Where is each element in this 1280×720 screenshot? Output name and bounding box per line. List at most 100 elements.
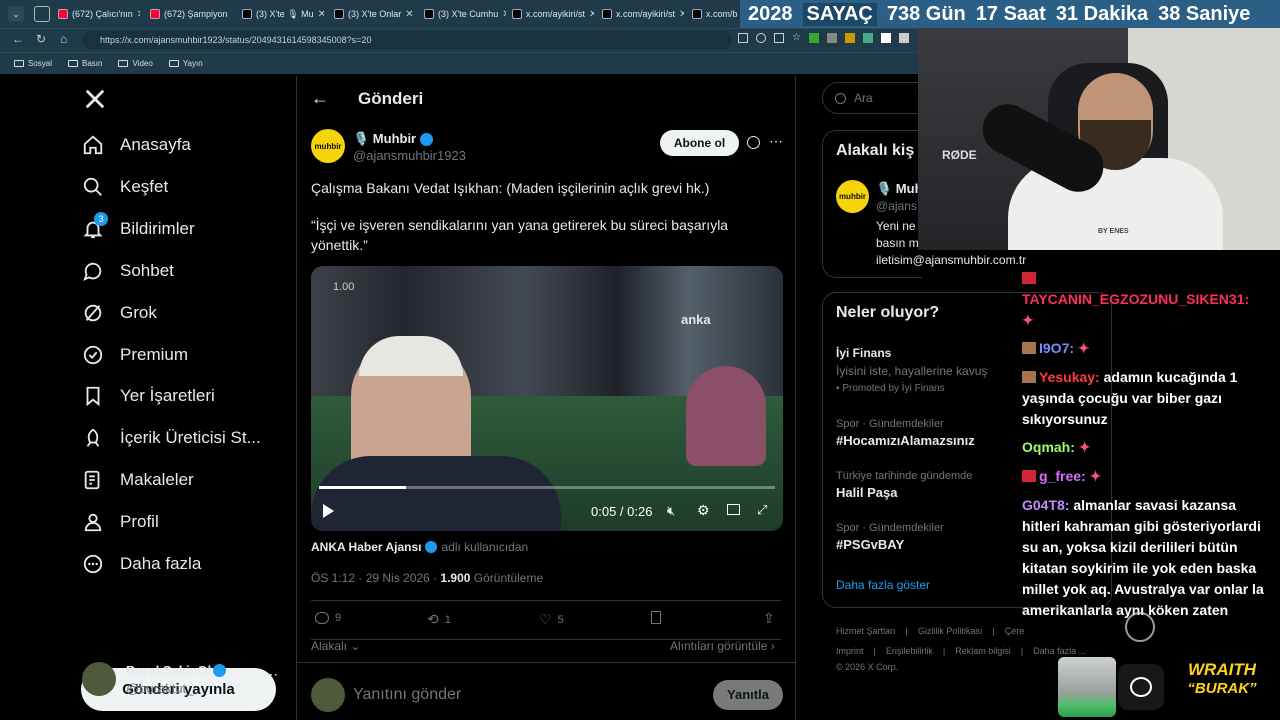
browser-tab[interactable]: (672) Şampiyon✕ <box>146 4 232 24</box>
translate-icon[interactable] <box>774 33 784 43</box>
footer-link[interactable]: Daha fazla ... <box>1033 646 1086 656</box>
author-name[interactable]: 🎙️ Muhbir <box>353 131 434 147</box>
folder-icon <box>118 60 129 67</box>
zoom-icon[interactable] <box>756 33 766 43</box>
star-icon[interactable]: ☆ <box>792 33 801 43</box>
nav-item-label: Keşfet <box>120 176 169 196</box>
video-attribution[interactable]: ANKA Haber Ajansı adlı kullanıcıdan <box>311 540 528 554</box>
bookmark-folder[interactable]: Sosyal <box>14 59 52 68</box>
bookmark-folder[interactable]: Yayın <box>168 59 203 68</box>
bookmark-folder[interactable]: Basın <box>68 59 102 68</box>
fullscreen-icon[interactable]: ⤢ <box>757 502 767 518</box>
repost-icon: ⟲ <box>427 611 439 627</box>
nav-item-bildirimler[interactable]: 3 Bildirimler <box>82 211 195 240</box>
browser-tab[interactable]: x.com/ayikiri/st ✕ <box>508 4 594 24</box>
browser-tab[interactable]: (3) X'te Cumhu✕ <box>420 4 506 24</box>
grok-explain-icon[interactable] <box>747 136 760 149</box>
like-action[interactable]: ♡ 5 <box>539 611 564 628</box>
reply-input[interactable] <box>353 683 653 707</box>
reload-icon[interactable]: ↻ <box>36 32 46 46</box>
bookmark-action[interactable] <box>651 611 661 624</box>
extension-icon[interactable] <box>880 33 891 43</box>
settings-icon[interactable]: ⚙ <box>697 502 710 519</box>
play-icon[interactable] <box>323 504 334 518</box>
reply-action[interactable]: 9 <box>315 612 341 624</box>
tab-close-icon[interactable]: ✕ <box>405 9 413 20</box>
promo-description: İyisini iste, hayallerine kavuş <box>836 364 988 378</box>
related-avatar[interactable]: muhbir <box>836 180 869 213</box>
tab-close-icon[interactable]: ✕ <box>318 9 324 20</box>
search-box[interactable]: Ara <box>822 82 922 114</box>
browser-tab[interactable]: x.com/ayikiri/st ✕ <box>598 4 684 24</box>
extension-icon[interactable] <box>826 33 837 43</box>
view-quotes-link[interactable]: Alıntıları görüntüle › <box>670 639 775 653</box>
extension-icon[interactable] <box>808 33 819 43</box>
footer-link[interactable]: Reklam bilgisi <box>955 646 1011 656</box>
subscribe-button[interactable]: Abone ol <box>660 130 739 156</box>
tab-close-icon[interactable]: ✕ <box>679 9 684 20</box>
footer-link[interactable]: Çere <box>1005 626 1025 636</box>
browser-tab[interactable]: (3) X'te Onlar ✕ <box>330 4 416 24</box>
tab-close-icon[interactable]: ✕ <box>502 9 506 20</box>
tab-favicon-icon <box>424 9 434 19</box>
footer-link[interactable]: Erişilebilirlik <box>886 646 933 656</box>
relevance-dropdown[interactable]: Alakalı ⌄ <box>311 639 360 653</box>
browser-tab[interactable]: (3) X'te 🎙 Mu ✕ <box>238 4 324 24</box>
x-logo-icon[interactable] <box>84 88 106 110</box>
nav-item-label: Yer İşaretleri <box>120 386 215 406</box>
nav-item-profil[interactable]: Profil <box>82 511 159 533</box>
footer-separator: | <box>1020 646 1024 656</box>
browser-tab[interactable]: (672) Çalıcı'nın ✕ <box>54 4 140 24</box>
back-arrow-icon[interactable]: ← <box>311 88 329 109</box>
url-bar[interactable]: https://x.com/ajansmuhbir1923/status/204… <box>82 31 732 49</box>
trend-item[interactable]: Spor · Gündemdekiler #HocamızıAlamazsınız <box>836 418 975 448</box>
chat-badge-icon <box>1022 272 1036 284</box>
extension-icon[interactable] <box>844 33 855 43</box>
author-avatar[interactable]: muhbir <box>311 129 345 163</box>
home-browser-icon[interactable]: ⌂ <box>60 32 67 46</box>
mute-icon[interactable]: 🔇︎ <box>667 503 675 519</box>
nav-item-grok[interactable]: Grok <box>82 302 157 324</box>
post-timestamp[interactable]: ÖS 1:12 · 29 Nis 2026 · <box>311 571 440 585</box>
account-switcher[interactable]: BurakSakinOl @buraktut_ ⋯ <box>82 660 282 700</box>
bookmark-folder[interactable]: Video <box>118 59 153 68</box>
video-progress-track[interactable] <box>319 486 775 489</box>
nav-item-i-çerik-üreticisi-st-[interactable]: İçerik Üreticisi St... <box>82 427 261 449</box>
reply-button[interactable]: Yanıtla <box>713 680 783 710</box>
trend-item[interactable]: Spor · Gündemdekiler #PSGvBAY <box>836 522 944 552</box>
trend-item[interactable]: Türkiye tarihinde gündemde Halil Paşa <box>836 470 972 500</box>
related-name[interactable]: 🎙️ Muh <box>876 181 923 197</box>
nav-item-keşfet[interactable]: Keşfet <box>82 176 168 198</box>
nav-item-premium[interactable]: Premium <box>82 344 188 366</box>
footer-link[interactable]: Imprint <box>836 646 864 656</box>
tab-close-icon[interactable]: ✕ <box>137 9 140 20</box>
emote-icon: ✦ <box>1074 439 1091 455</box>
post-more-icon[interactable]: ⋯ <box>769 133 783 150</box>
account-more-icon[interactable]: ⋯ <box>264 666 278 683</box>
pip-icon[interactable] <box>727 504 740 515</box>
promo-title[interactable]: İyi Finans <box>836 346 891 360</box>
repost-action[interactable]: ⟲ 1 <box>427 611 451 628</box>
nav-item-label: Daha fazla <box>120 554 202 573</box>
workspaces-icon[interactable] <box>34 6 50 22</box>
footer-link[interactable]: Gizlilik Politikası <box>918 626 983 636</box>
nav-item-daha-fazla[interactable]: Daha fazla <box>82 553 201 575</box>
nav-item-yer-i-şaretleri[interactable]: Yer İşaretleri <box>82 385 215 407</box>
related-bio-3[interactable]: iletisim@ajansmuhbir.com.tr <box>876 253 1026 267</box>
tab-list-button[interactable]: ⌄ <box>8 6 24 22</box>
tab-close-icon[interactable]: ✕ <box>589 9 594 20</box>
nav-item-makaleler[interactable]: Makaleler <box>82 469 194 491</box>
footer-link[interactable]: Hizmet Şartları <box>836 626 896 636</box>
extension-icon[interactable] <box>898 33 909 43</box>
install-app-icon[interactable] <box>738 33 748 43</box>
left-sidebar: Anasayfa Keşfet 3 Bildirimler Sohbet Grok Prem… <box>8 76 296 720</box>
browser-tab[interactable]: x.com/b✕ <box>688 4 738 24</box>
author-handle[interactable]: @ajansmuhbir1923 <box>353 148 466 163</box>
video-player[interactable]: anka 1.00 0:05 / 0:26 🔇︎ ⚙ ⤢ <box>311 266 783 531</box>
show-more-link[interactable]: Daha fazla göster <box>836 578 930 592</box>
extension-icon[interactable] <box>862 33 873 43</box>
nav-item-anasayfa[interactable]: Anasayfa <box>82 134 191 156</box>
nav-item-sohbet[interactable]: Sohbet <box>82 260 174 282</box>
share-action[interactable]: ⇪ <box>763 610 775 627</box>
back-icon[interactable]: ← <box>12 32 24 46</box>
